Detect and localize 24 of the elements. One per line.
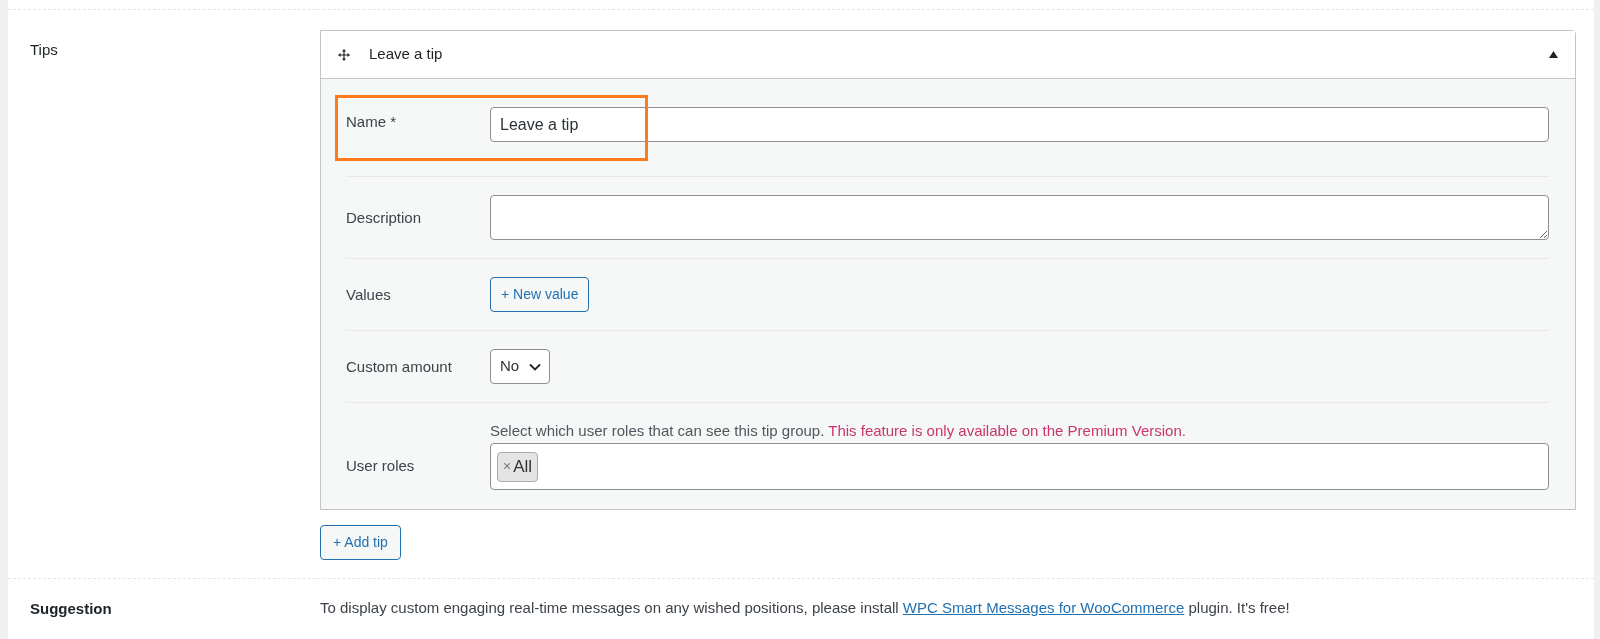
- panel-title: Leave a tip: [369, 44, 443, 65]
- tag-label: All: [513, 455, 533, 478]
- field-label: User roles: [346, 456, 415, 474]
- user-roles-hint: Select which user roles that can see this tip group. This feature is only available on the Premium Version.: [490, 421, 1187, 441]
- new-value-button[interactable]: + New value: [490, 277, 590, 312]
- move-arrows-icon[interactable]: [338, 48, 350, 61]
- user-roles-field[interactable]: ×All: [490, 443, 1549, 490]
- panel-header[interactable]: Leave a tip: [321, 31, 1575, 79]
- chevron-down-icon: [529, 362, 542, 371]
- description-textarea[interactable]: [490, 195, 1549, 240]
- field-label: Values: [346, 285, 391, 303]
- role-tag[interactable]: ×All: [497, 451, 539, 482]
- suggestion-text: To display custom engaging real-time messages on any wished positions, please install WPC Smart Messages for WooCommerce plugin. It's free!: [320, 598, 1291, 618]
- plugin-link[interactable]: WPC Smart Messages for WooCommerce: [902, 599, 1185, 616]
- add-tip-button[interactable]: + Add tip: [320, 525, 401, 560]
- name-input[interactable]: Leave a tip: [490, 107, 1549, 142]
- custom-amount-select[interactable]: No: [490, 349, 551, 384]
- field-label: Description: [346, 208, 422, 226]
- field-label: Custom amount: [346, 357, 452, 375]
- field-label: Name *: [346, 113, 397, 130]
- remove-tag-button[interactable]: ×: [503, 456, 512, 477]
- section-label: Suggestion: [30, 600, 112, 617]
- collapse-triangle-icon[interactable]: [1549, 51, 1558, 58]
- section-label: Tips: [30, 41, 58, 58]
